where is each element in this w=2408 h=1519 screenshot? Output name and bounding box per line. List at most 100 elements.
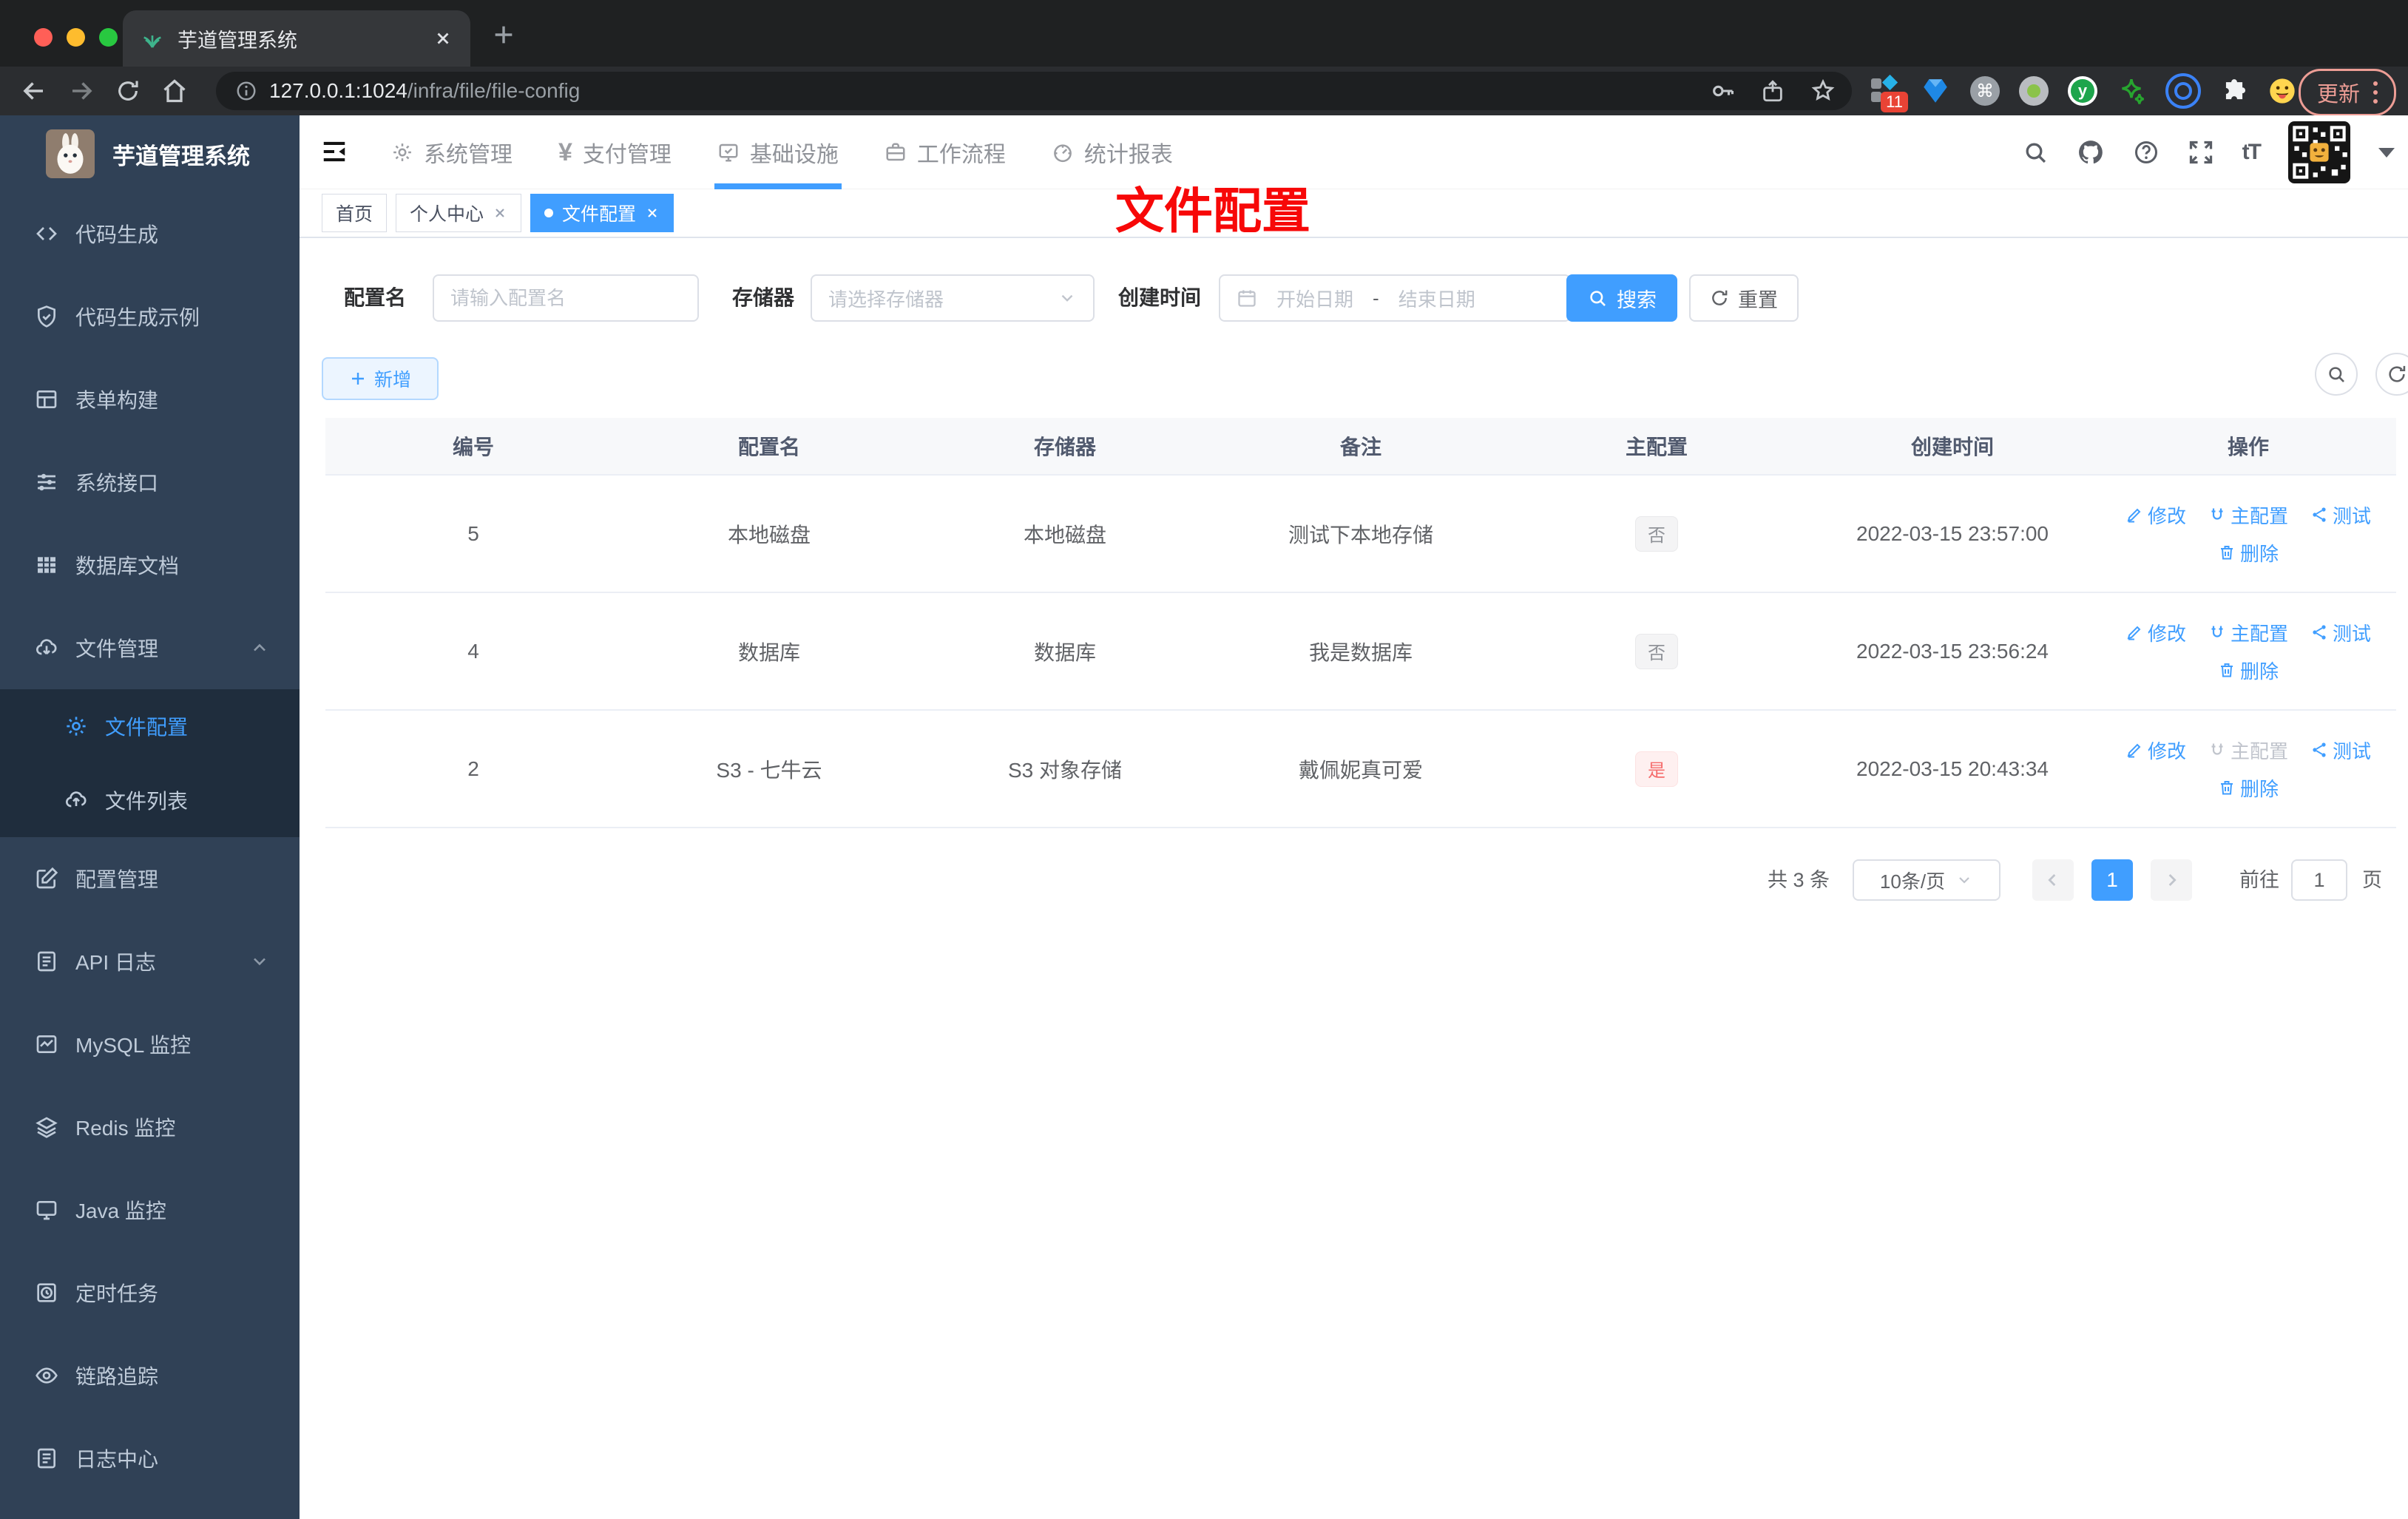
nav-item-payment[interactable]: ¥ 支付管理 [538, 115, 692, 189]
view-tab-home[interactable]: 首页 [322, 194, 388, 232]
sidebar-item-code-gen[interactable]: 代码生成 [0, 192, 300, 275]
close-icon[interactable] [493, 206, 507, 220]
delete-link[interactable]: 删除 [2218, 657, 2279, 684]
extension-dot-icon[interactable] [2019, 76, 2049, 106]
chevron-up-icon [249, 637, 270, 658]
close-icon[interactable] [645, 206, 660, 220]
edit-link[interactable]: 修改 [2125, 619, 2186, 646]
date-start-placeholder: 开始日期 [1276, 288, 1354, 311]
chevron-down-icon [1955, 871, 1973, 889]
window-close-button[interactable] [34, 28, 53, 47]
search-icon[interactable] [2022, 139, 2049, 166]
new-tab-button[interactable] [487, 18, 521, 52]
font-size-icon[interactable]: tT [2242, 140, 2262, 165]
window-zoom-button[interactable] [99, 28, 118, 47]
view-tab-profile[interactable]: 个人中心 [396, 194, 522, 232]
table-refresh-button[interactable] [2375, 353, 2408, 396]
config-name-field[interactable] [433, 274, 699, 322]
extensions-puzzle-icon[interactable] [2220, 77, 2248, 105]
pencil-icon [2125, 623, 2143, 641]
reload-icon[interactable] [115, 78, 141, 104]
window-minimize-button[interactable] [67, 28, 85, 47]
search-button[interactable]: 搜索 [1566, 274, 1677, 322]
extension-y-icon[interactable]: y [2068, 76, 2097, 106]
extension-sparkle-icon[interactable] [2117, 76, 2146, 106]
extension-tiles-icon[interactable]: 11 [1870, 74, 1908, 112]
sidebar-fold-icon[interactable] [320, 138, 348, 166]
table-search-toggle-button[interactable] [2315, 353, 2358, 396]
bookmark-star-icon[interactable] [1810, 78, 1836, 104]
fullscreen-icon[interactable] [2188, 139, 2214, 166]
extension-eye-icon[interactable] [2165, 73, 2201, 109]
storage-select[interactable]: 请选择存储器 [811, 274, 1095, 322]
back-icon[interactable] [21, 78, 47, 104]
app-logo[interactable]: 芋道管理系统 [0, 115, 300, 192]
form-grid-icon [34, 388, 59, 411]
avatar[interactable] [2288, 121, 2350, 183]
sidebar-item-db-doc[interactable]: 数据库文档 [0, 524, 300, 606]
master-link[interactable]: 主配置 [2208, 619, 2288, 646]
extension-command-icon[interactable]: ⌘ [1970, 76, 2000, 106]
next-page-button[interactable] [2151, 859, 2192, 901]
reset-button[interactable]: 重置 [1689, 274, 1799, 322]
tab-close-icon[interactable] [433, 29, 453, 48]
browser-menu-icon[interactable] [2373, 81, 2378, 104]
tags-view-bar: 首页 个人中心 文件配置 [300, 189, 2408, 238]
master-link[interactable]: 主配置 [2208, 501, 2288, 529]
sidebar-item-mysql-monitor[interactable]: MySQL 监控 [0, 1003, 300, 1086]
test-link[interactable]: 测试 [2310, 501, 2371, 529]
site-info-icon[interactable] [235, 80, 257, 102]
url-bar[interactable]: 127.0.0.1:1024/infra/file/file-config [216, 72, 1852, 110]
nav-item-infrastructure[interactable]: 基础设施 [697, 115, 859, 189]
pencil-icon [2125, 506, 2143, 524]
home-icon[interactable] [161, 78, 188, 104]
sidebar-item-system-api[interactable]: 系统接口 [0, 441, 300, 524]
forward-icon[interactable] [68, 78, 95, 104]
browser-update-button[interactable]: 更新 [2298, 69, 2396, 116]
chevron-down-icon [249, 951, 270, 972]
date-range-picker[interactable]: 开始日期 - 结束日期 [1219, 274, 1571, 322]
sidebar-item-scheduled-tasks[interactable]: 定时任务 [0, 1251, 300, 1334]
sidebar-item-tracing[interactable]: 链路追踪 [0, 1334, 300, 1417]
sidebar-item-redis-monitor[interactable]: Redis 监控 [0, 1086, 300, 1168]
password-key-icon[interactable] [1710, 78, 1735, 104]
nav-item-workflow[interactable]: 工作流程 [864, 115, 1027, 189]
add-button[interactable]: 新增 [322, 357, 439, 400]
view-tab-file-config[interactable]: 文件配置 [530, 194, 674, 232]
chevron-down-icon [1058, 288, 1077, 308]
eye-icon [34, 1364, 59, 1387]
share-icon[interactable] [1760, 78, 1785, 104]
config-name-label: 配置名 [344, 286, 407, 309]
sidebar-item-file-list[interactable]: 文件列表 [0, 763, 300, 837]
test-link[interactable]: 测试 [2310, 619, 2371, 646]
nav-item-system[interactable]: 系统管理 [371, 115, 533, 189]
edit-link[interactable]: 修改 [2125, 501, 2186, 529]
goto-page-input[interactable] [2291, 859, 2347, 901]
browser-tab[interactable]: 芋道管理系统 [123, 10, 470, 67]
sidebar-item-java-monitor[interactable]: Java 监控 [0, 1168, 300, 1251]
delete-link[interactable]: 删除 [2218, 774, 2279, 802]
sidebar-item-file-management[interactable]: 文件管理 [0, 606, 300, 689]
sidebar-item-code-demo[interactable]: 代码生成示例 [0, 275, 300, 358]
prev-page-button[interactable] [2032, 859, 2074, 901]
delete-link[interactable]: 删除 [2218, 539, 2279, 566]
sidebar-item-log-center[interactable]: 日志中心 [0, 1417, 300, 1500]
extension-emoji-icon[interactable] [2267, 76, 2297, 106]
github-icon[interactable] [2077, 138, 2105, 166]
page-size-select[interactable]: 10条/页 [1853, 859, 2001, 901]
config-name-input[interactable] [434, 286, 697, 310]
sidebar-item-api-log[interactable]: API 日志 [0, 920, 300, 1003]
log-icon [34, 950, 59, 973]
monitor-icon [34, 1198, 59, 1222]
sidebar-item-file-config[interactable]: 文件配置 [0, 689, 300, 763]
edit-link[interactable]: 修改 [2125, 737, 2186, 764]
gear-icon [64, 714, 89, 738]
test-link[interactable]: 测试 [2310, 737, 2371, 764]
user-caret-icon[interactable] [2378, 147, 2395, 158]
help-icon[interactable] [2133, 139, 2160, 166]
extension-gem-icon[interactable] [1920, 75, 1951, 106]
page-number-button[interactable]: 1 [2091, 859, 2133, 901]
sidebar-item-form-builder[interactable]: 表单构建 [0, 358, 300, 441]
sidebar-item-config-management[interactable]: 配置管理 [0, 837, 300, 920]
master-link-disabled: 主配置 [2208, 737, 2288, 764]
